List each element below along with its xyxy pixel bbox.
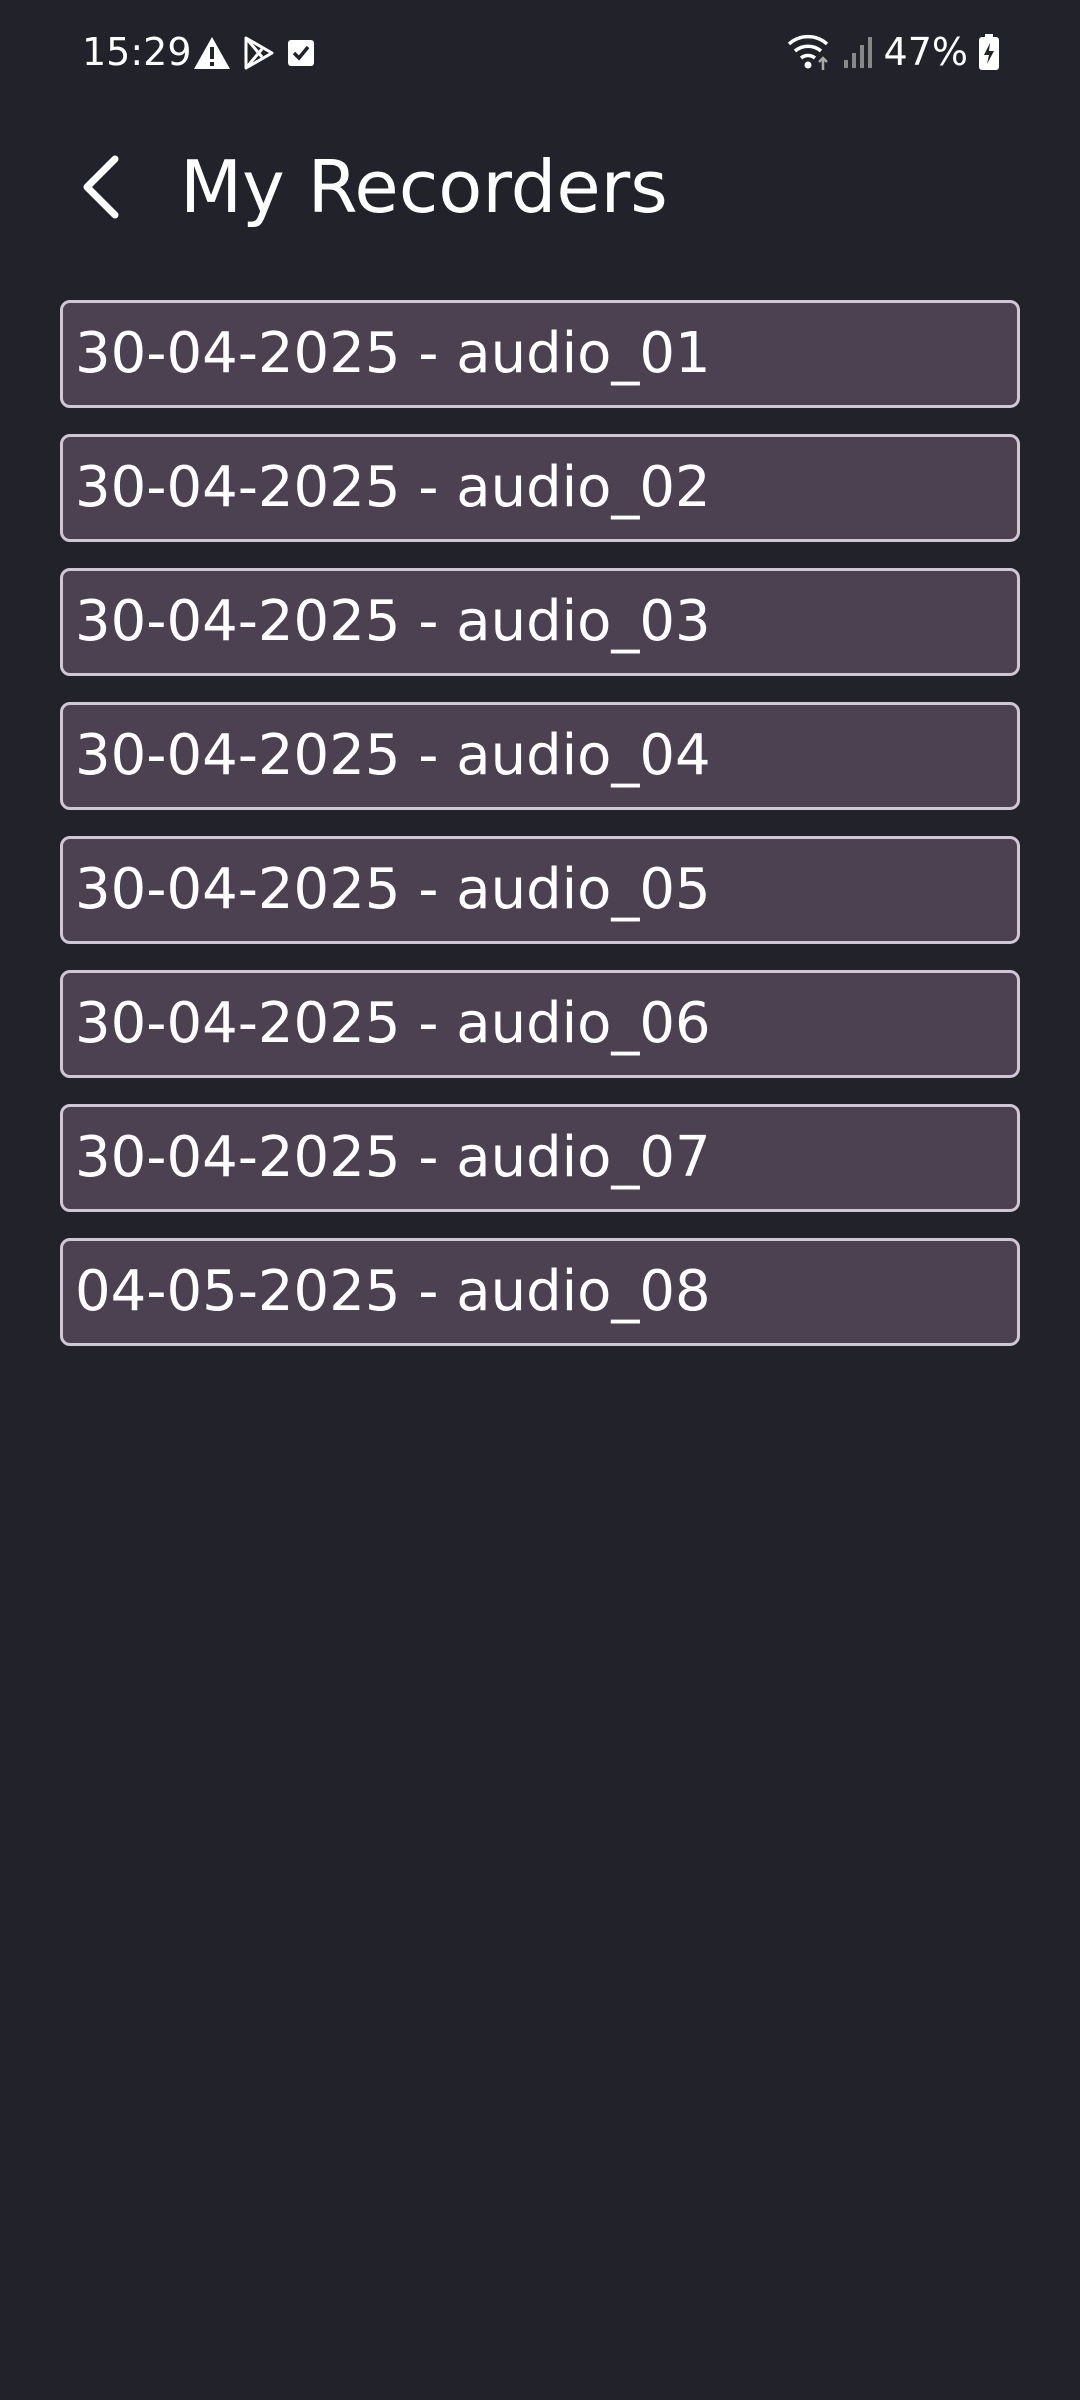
play-store-icon <box>242 35 276 71</box>
status-left-icons <box>192 33 316 73</box>
status-right: 47% <box>786 26 1000 78</box>
recording-label: 30-04-2025 - audio_07 <box>75 1125 711 1190</box>
recording-item[interactable]: 30-04-2025 - audio_07 <box>60 1104 1020 1212</box>
status-time: 15:29 <box>82 30 192 74</box>
recording-item[interactable]: 04-05-2025 - audio_08 <box>60 1238 1020 1346</box>
cellular-signal-icon <box>842 34 874 70</box>
app-header: My Recorders <box>0 120 1080 252</box>
battery-percent: 47% <box>883 30 968 74</box>
warning-icon <box>192 35 232 71</box>
recording-item[interactable]: 30-04-2025 - audio_01 <box>60 300 1020 408</box>
status-bar: 15:29 47% <box>0 0 1080 100</box>
checkbox-icon <box>286 37 316 69</box>
recording-item[interactable]: 30-04-2025 - audio_04 <box>60 702 1020 810</box>
page-title: My Recorders <box>180 145 668 229</box>
wifi-icon <box>786 32 832 72</box>
recording-item[interactable]: 30-04-2025 - audio_03 <box>60 568 1020 676</box>
recording-label: 30-04-2025 - audio_05 <box>75 857 711 922</box>
recording-label: 30-04-2025 - audio_06 <box>75 991 711 1056</box>
battery-charging-icon <box>978 33 1000 71</box>
recordings-list: 30-04-2025 - audio_01 30-04-2025 - audio… <box>60 300 1020 1372</box>
recording-item[interactable]: 30-04-2025 - audio_06 <box>60 970 1020 1078</box>
chevron-left-icon <box>79 155 123 219</box>
recording-label: 30-04-2025 - audio_02 <box>75 455 711 520</box>
recording-label: 30-04-2025 - audio_03 <box>75 589 711 654</box>
back-button[interactable] <box>56 142 146 232</box>
recording-label: 04-05-2025 - audio_08 <box>75 1259 711 1324</box>
recording-item[interactable]: 30-04-2025 - audio_02 <box>60 434 1020 542</box>
recording-item[interactable]: 30-04-2025 - audio_05 <box>60 836 1020 944</box>
recording-label: 30-04-2025 - audio_01 <box>75 321 711 386</box>
recording-label: 30-04-2025 - audio_04 <box>75 723 711 788</box>
